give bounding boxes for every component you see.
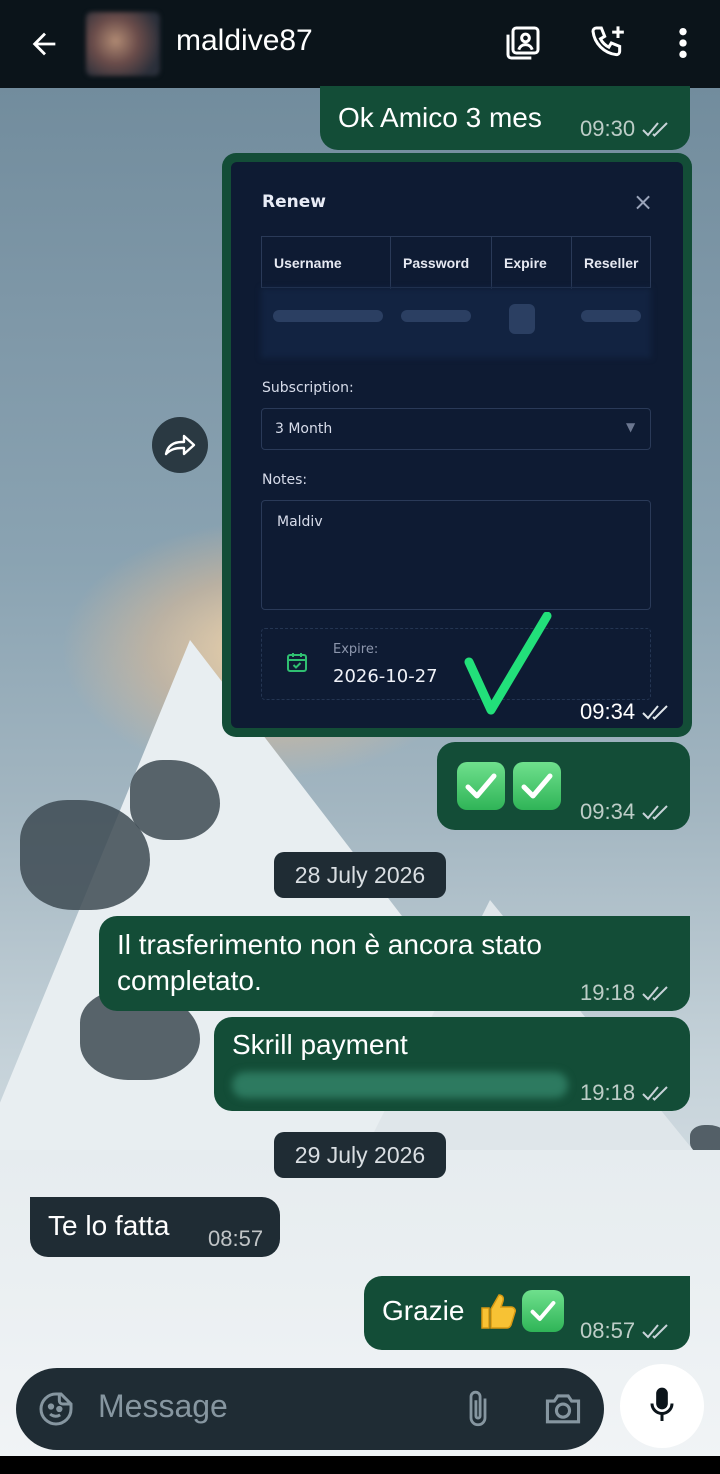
contact-name[interactable]: maldive87 [176,24,313,58]
chat-header: maldive87 [0,0,720,88]
microphone-icon [650,1387,674,1421]
contact-avatar[interactable] [86,12,160,76]
expire-label: Expire: [333,642,379,657]
media-icon[interactable] [500,20,546,66]
timestamp: 19:18 [580,980,636,1005]
chat-screen: maldive87 Ok Amico 3 mes 09:30 Renew × U… [0,0,720,1474]
camera-icon[interactable] [542,1389,584,1427]
chevron-down-icon: ▼ [626,420,636,434]
timestamp: 19:18 [580,1080,636,1105]
read-ticks-icon [642,1324,668,1339]
column-expire: Expire [492,237,572,289]
date-separator: 28 July 2026 [274,852,446,898]
read-ticks-icon [642,805,668,820]
message-time: 08:57 [580,1318,671,1344]
green-checkmark-icon [464,612,552,715]
check-mark-emoji [457,762,505,810]
notes-label: Notes: [262,472,308,488]
system-nav-bar [0,1456,720,1474]
add-call-icon[interactable] [585,20,631,66]
subscription-label: Subscription: [262,380,354,396]
blurred-expire [509,304,535,334]
renew-table-header: Username Password Expire Reseller [261,236,651,289]
expire-value: 2026-10-27 [333,666,438,687]
check-mark-emoji [513,762,561,810]
message-text-line-1: Il trasferimento non è ancora stato [117,929,542,960]
message-text: Grazie [382,1295,465,1326]
sticker-icon[interactable] [36,1389,76,1429]
message-time: 08:57 [208,1226,263,1252]
message-time: 09:34 [580,699,671,725]
calendar-check-icon [287,653,307,672]
date-separator: 29 July 2026 [274,1132,446,1178]
blurred-username [273,310,383,322]
read-ticks-icon [642,705,668,720]
timestamp: 08:57 [208,1226,264,1251]
message-time: 09:34 [580,799,671,825]
message-text: Skrill payment [232,1029,408,1060]
message-text: Ok Amico 3 mes [338,102,542,133]
check-mark-emoji [522,1290,564,1332]
subscription-value: 3 Month [275,421,333,437]
message-text-line-2: completato. [117,965,262,996]
message-input[interactable]: Message [98,1388,228,1425]
timestamp: 09:34 [580,699,636,724]
renew-title: Renew [262,192,326,212]
message-text: Te lo fatta [48,1210,170,1241]
blurred-reseller [581,310,641,322]
timestamp: 08:57 [580,1318,636,1343]
attach-icon[interactable] [462,1388,494,1430]
blurred-password [401,310,471,322]
read-ticks-icon [642,986,668,1001]
message-time: 19:18 [580,1080,671,1106]
thumbs-up-emoji [476,1290,518,1332]
column-reseller: Reseller [584,255,639,271]
more-vert-icon[interactable] [660,20,706,66]
message-time: 09:30 [580,116,671,142]
read-ticks-icon [642,122,668,137]
forward-button[interactable] [152,417,208,473]
expire-card [261,628,651,700]
back-arrow-icon[interactable] [22,22,66,66]
column-username: Username [262,237,391,289]
voice-record-button[interactable] [620,1364,704,1448]
blurred-payment-details [232,1072,568,1098]
timestamp: 09:30 [580,116,636,141]
read-ticks-icon [642,1086,668,1101]
close-icon: × [633,188,654,216]
forward-icon [164,432,196,456]
column-password: Password [391,237,492,289]
timestamp: 09:34 [580,799,636,824]
renew-screenshot[interactable]: Renew × Username Password Expire Reselle… [231,162,683,728]
blurred-table-row [261,288,651,358]
notes-value: Maldiv [277,514,323,530]
message-time: 19:18 [580,980,671,1006]
